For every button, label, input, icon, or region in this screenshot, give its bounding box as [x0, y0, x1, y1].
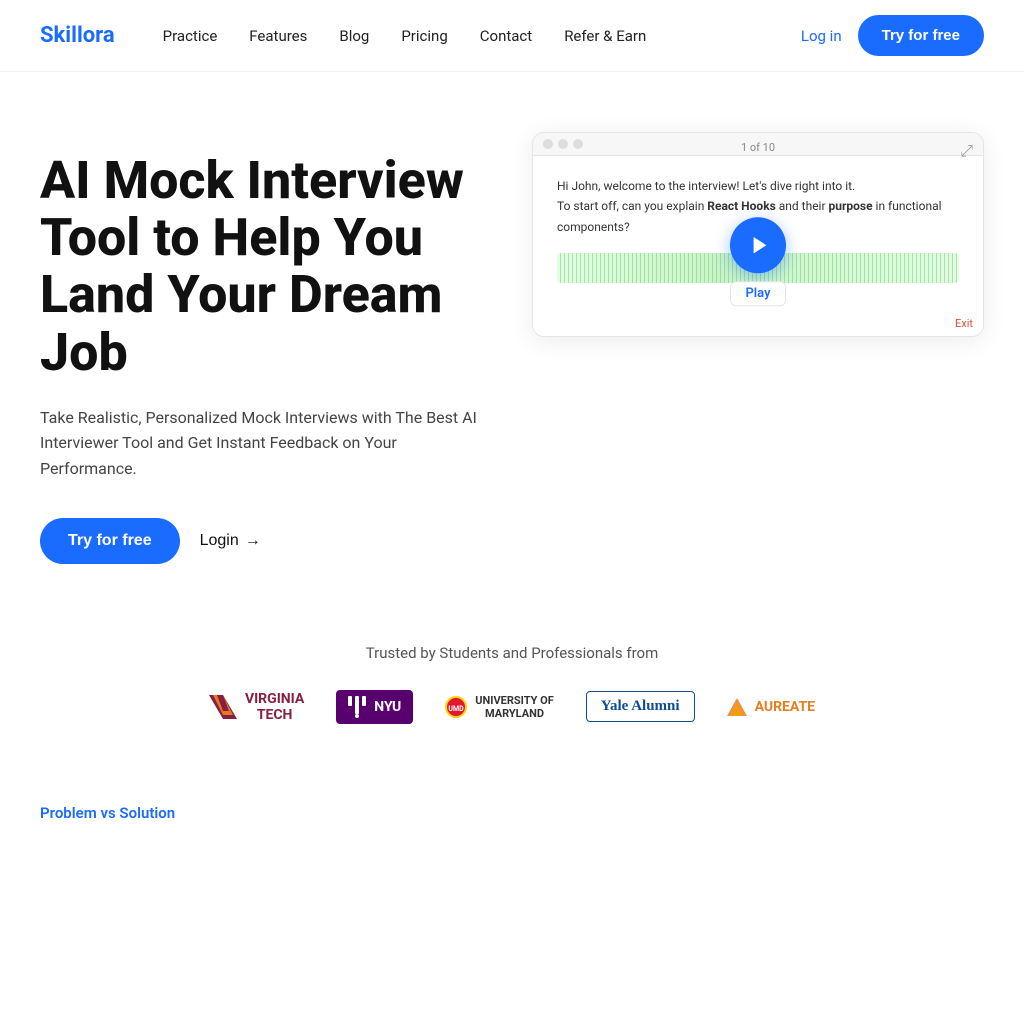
vt-text: VIRGINIATECH — [245, 691, 304, 723]
nyu-logo: NYU — [336, 690, 413, 724]
timer-label: 1 of 10 — [741, 141, 775, 154]
yale-logo: Yale Alumni — [586, 691, 695, 722]
play-label[interactable]: Play — [730, 281, 785, 306]
logo-row: VIRGINIATECH NYU UMD UNIVERSITY OFMARYLA… — [40, 690, 984, 724]
brand-logo[interactable]: Skillora — [40, 23, 115, 48]
hero-left: AI Mock Interview Tool to Help You Land … — [40, 132, 492, 564]
dot-2 — [558, 139, 568, 149]
interview-preview: ⤢ 1 of 10 Hi John, welcome to the interv… — [532, 132, 984, 337]
exit-button[interactable]: Exit — [955, 317, 973, 330]
nav-contact[interactable]: Contact — [480, 27, 532, 45]
virginia-tech-logo: VIRGINIATECH — [209, 691, 304, 723]
nyu-text: NYU — [374, 699, 401, 715]
nav-pricing[interactable]: Pricing — [401, 27, 447, 45]
nav-refer[interactable]: Refer & Earn — [564, 27, 646, 45]
aureate-icon — [727, 698, 747, 716]
window-dots — [543, 139, 583, 149]
dot-3 — [573, 139, 583, 149]
navbar: Skillora Practice Features Blog Pricing … — [0, 0, 1024, 72]
nav-practice[interactable]: Practice — [163, 27, 218, 45]
nav-features[interactable]: Features — [249, 27, 307, 45]
hero-actions: Try for free Login → — [40, 518, 492, 564]
svg-text:UMD: UMD — [449, 705, 465, 713]
umd-icon: UMD — [445, 696, 467, 718]
play-icon — [749, 234, 771, 256]
dot-1 — [543, 139, 553, 149]
yale-text: Yale Alumni — [601, 698, 680, 715]
nav-blog[interactable]: Blog — [339, 27, 369, 45]
vt-icon — [209, 695, 237, 719]
trusted-title: Trusted by Students and Professionals fr… — [40, 644, 984, 662]
problem-label: Problem vs Solution — [40, 804, 984, 822]
nav-right: Log in Try for free — [801, 15, 984, 56]
nav-login-button[interactable]: Log in — [801, 27, 842, 45]
trusted-section: Trusted by Students and Professionals fr… — [0, 604, 1024, 744]
problem-section: Problem vs Solution — [0, 744, 1024, 842]
nyu-icon — [348, 696, 366, 718]
nav-links: Practice Features Blog Pricing Contact R… — [163, 27, 801, 45]
hero-cta-button[interactable]: Try for free — [40, 518, 180, 564]
hero-section: AI Mock Interview Tool to Help You Land … — [0, 72, 1024, 604]
nyu-box: NYU — [336, 690, 413, 724]
nav-cta-button[interactable]: Try for free — [858, 15, 984, 56]
aureate-text: AUREATE — [755, 699, 815, 715]
umd-text: UNIVERSITY OFMARYLAND — [475, 694, 554, 720]
hero-right: ⤢ 1 of 10 Hi John, welcome to the interv… — [532, 132, 984, 337]
hero-subtitle: Take Realistic, Personalized Mock Interv… — [40, 405, 480, 482]
umd-logo: UMD UNIVERSITY OFMARYLAND — [445, 694, 554, 720]
play-overlay: Play — [730, 217, 786, 306]
arrow-icon: → — [245, 532, 261, 550]
aureate-logo: AUREATE — [727, 698, 815, 716]
expand-icon[interactable]: ⤢ — [960, 141, 973, 161]
hero-login-button[interactable]: Login → — [200, 532, 261, 550]
play-button[interactable] — [730, 217, 786, 273]
hero-title: AI Mock Interview Tool to Help You Land … — [40, 152, 492, 381]
